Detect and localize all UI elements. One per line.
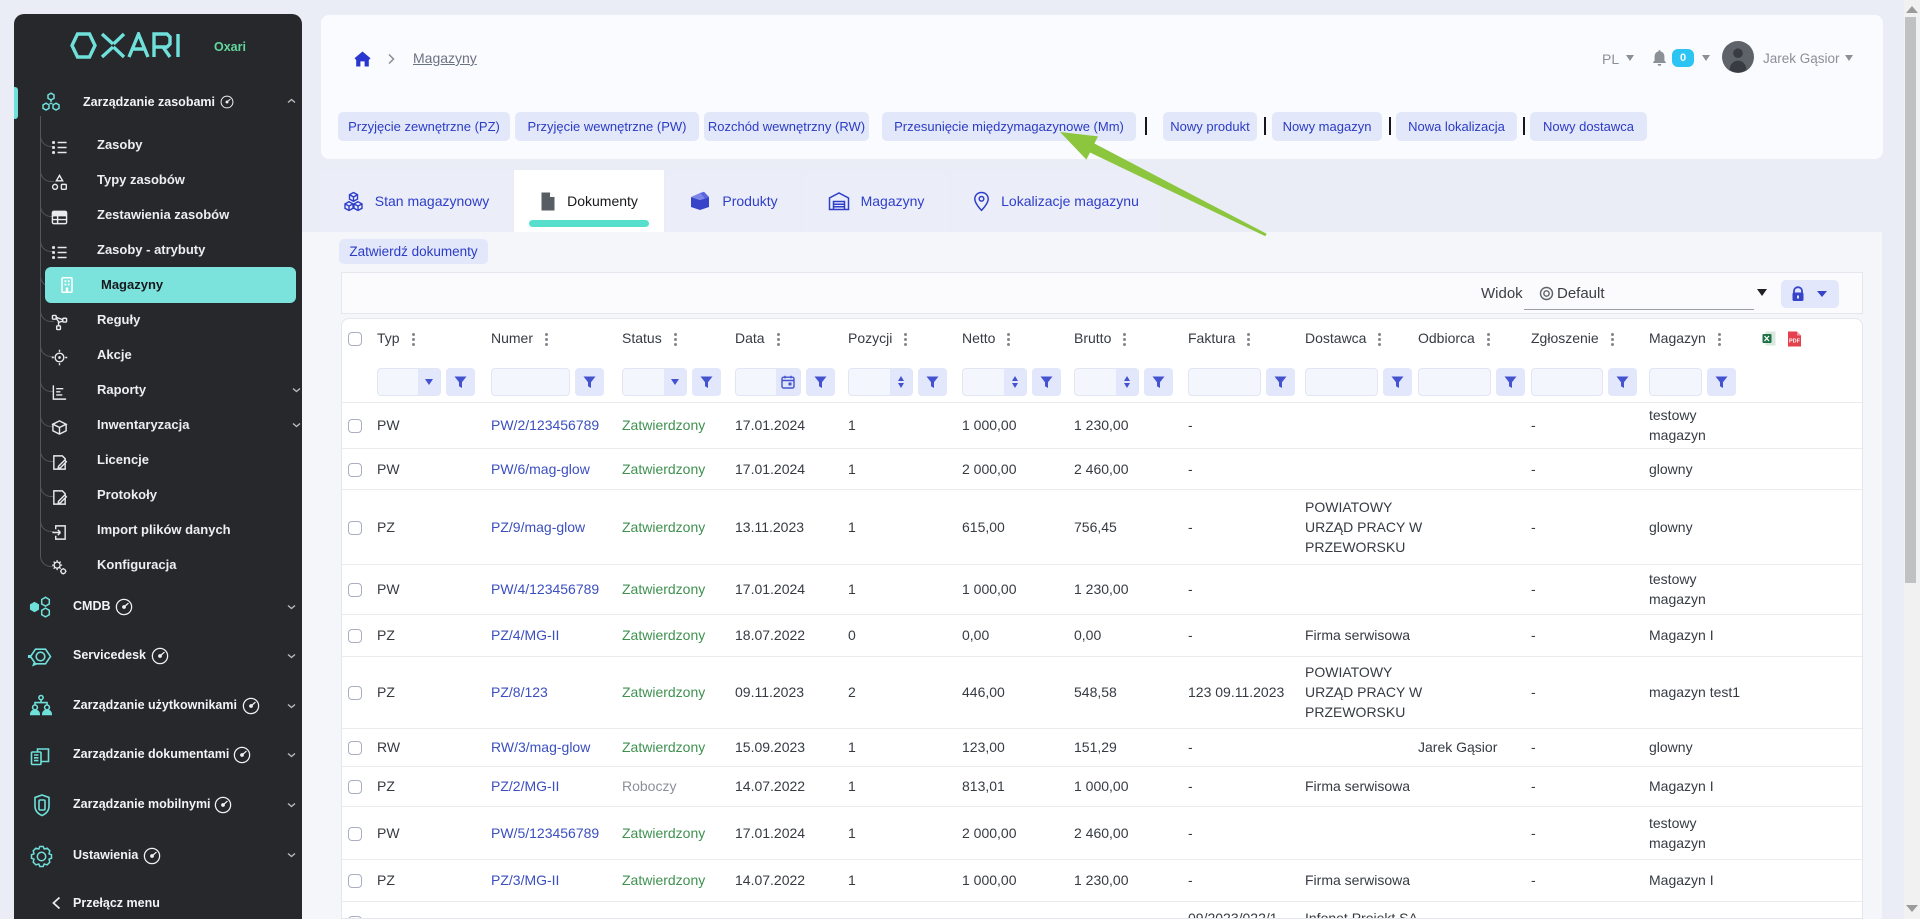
svg-text:PDF: PDF: [1789, 338, 1801, 344]
